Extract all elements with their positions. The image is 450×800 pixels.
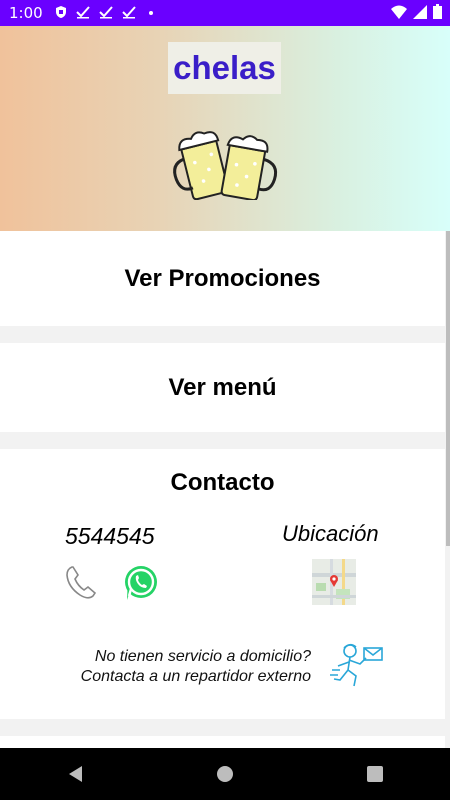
courier-icon[interactable] bbox=[330, 642, 384, 693]
menu-label: Ver menú bbox=[168, 373, 277, 401]
back-icon[interactable] bbox=[45, 754, 105, 794]
location-label: Ubicación bbox=[282, 521, 379, 546]
status-time: 1:00 bbox=[9, 4, 43, 22]
check-icon bbox=[98, 4, 113, 23]
delivery-text: No tienen servicio a domicilio? Contacta… bbox=[81, 647, 311, 687]
battery-icon bbox=[433, 4, 442, 23]
recents-icon[interactable] bbox=[345, 754, 405, 794]
content-scroll[interactable]: Ver Promociones Ver menú Contacto 554454… bbox=[0, 231, 445, 748]
signal-icon bbox=[413, 4, 427, 23]
status-bar: 1:00 bbox=[0, 0, 450, 26]
promotions-label: Ver Promociones bbox=[124, 264, 321, 292]
scrollbar[interactable] bbox=[446, 231, 450, 546]
delivery-line-1: No tienen servicio a domicilio? bbox=[94, 648, 311, 665]
phone-number: 5544545 bbox=[65, 523, 155, 549]
contact-title: Contacto bbox=[170, 469, 275, 496]
map-icon[interactable] bbox=[312, 559, 356, 610]
wifi-icon bbox=[391, 4, 407, 23]
system-nav-bar bbox=[0, 748, 450, 800]
check-icon bbox=[75, 4, 90, 23]
phone-icon[interactable] bbox=[64, 565, 98, 606]
dot-icon bbox=[148, 11, 153, 15]
contact-card: Contacto 5544545 Ubicación No tienen ser… bbox=[0, 449, 445, 719]
beer-mugs-icon bbox=[168, 126, 282, 205]
shield-icon bbox=[55, 4, 67, 23]
next-card-edge bbox=[0, 736, 445, 748]
menu-button[interactable]: Ver menú bbox=[0, 343, 445, 432]
brand-title: chelas bbox=[168, 42, 281, 94]
home-icon[interactable] bbox=[195, 754, 255, 794]
promotions-button[interactable]: Ver Promociones bbox=[0, 231, 445, 326]
check-icon bbox=[121, 4, 136, 23]
delivery-line-2: Contacta a un repartidor externo bbox=[80, 668, 311, 685]
whatsapp-icon[interactable] bbox=[122, 564, 160, 607]
header-banner: chelas bbox=[0, 26, 450, 231]
